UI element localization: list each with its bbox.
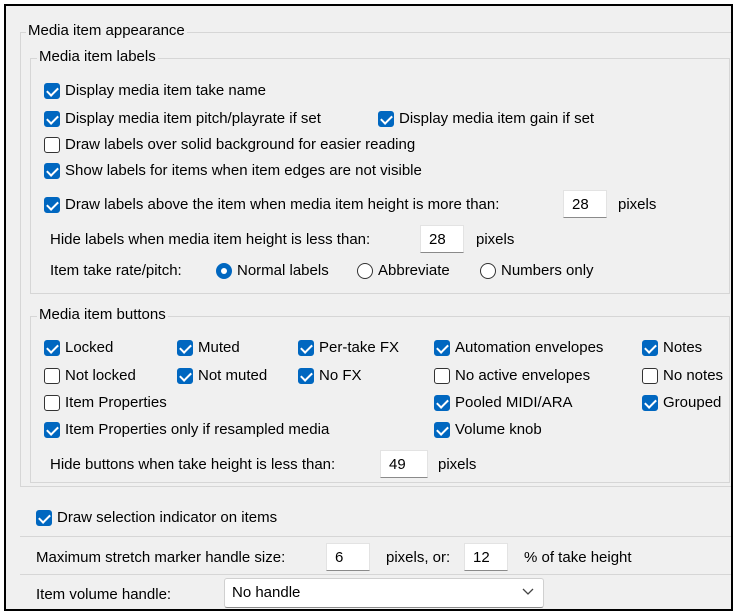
- no-active-envelopes-label: No active envelopes: [455, 367, 591, 384]
- draw-above-checkbox[interactable]: Draw labels above the item when media it…: [44, 196, 499, 213]
- hide-buttons-label: Hide buttons when take height is less th…: [50, 456, 336, 473]
- checkbox-checked-icon: [642, 339, 658, 356]
- item-properties-label: Item Properties: [65, 394, 167, 411]
- draw-selection-indicator-label: Draw selection indicator on items: [57, 509, 278, 526]
- checkbox-checked-icon: [44, 196, 60, 213]
- checkbox-checked-icon: [642, 394, 658, 411]
- stretch-marker-pixels-or: pixels, or:: [386, 549, 451, 566]
- no-active-envelopes-checkbox[interactable]: No active envelopes: [434, 367, 590, 384]
- locked-label: Locked: [65, 339, 114, 356]
- labels-group-title: Media item labels: [37, 48, 158, 65]
- item-properties-checkbox[interactable]: Item Properties: [44, 394, 167, 411]
- notes-checkbox[interactable]: Notes: [642, 339, 702, 356]
- radio-numbers-label: Numbers only: [501, 262, 594, 279]
- checkbox-checked-icon: [44, 110, 60, 127]
- radio-unselected-icon: [480, 262, 496, 279]
- display-take-name-label: Display media item take name: [65, 82, 266, 99]
- radio-normal-label: Normal labels: [237, 262, 329, 279]
- checkbox-checked-icon: [434, 394, 450, 411]
- stretch-marker-percent-unit: % of take height: [524, 549, 632, 566]
- item-properties-resampled-checkbox[interactable]: Item Properties only if resampled media: [44, 421, 329, 438]
- volume-handle-selected: No handle: [232, 584, 301, 601]
- checkbox-unchecked-icon: [434, 367, 450, 384]
- grouped-checkbox[interactable]: Grouped: [642, 394, 721, 411]
- checkbox-checked-icon: [434, 339, 450, 356]
- hide-labels-input[interactable]: [420, 225, 464, 253]
- appearance-group-title: Media item appearance: [26, 22, 187, 39]
- display-pitch-label: Display media item pitch/playrate if set: [65, 110, 321, 127]
- pooled-midi-label: Pooled MIDI/ARA: [455, 394, 573, 411]
- divider: [20, 536, 731, 537]
- volume-knob-label: Volume knob: [455, 421, 542, 438]
- draw-above-label: Draw labels above the item when media it…: [65, 196, 500, 213]
- stretch-marker-pixels-input[interactable]: [326, 543, 370, 571]
- hide-labels-unit: pixels: [476, 231, 515, 248]
- radio-numbers-only[interactable]: Numbers only: [480, 262, 594, 279]
- grouped-label: Grouped: [663, 394, 722, 411]
- radio-unselected-icon: [357, 262, 373, 279]
- no-notes-checkbox[interactable]: No notes: [642, 367, 723, 384]
- show-labels-edges-checkbox[interactable]: Show labels for items when item edges ar…: [44, 162, 422, 179]
- solid-background-label: Draw labels over solid background for ea…: [65, 136, 416, 153]
- draw-selection-indicator-checkbox[interactable]: Draw selection indicator on items: [36, 509, 277, 526]
- volume-handle-select[interactable]: No handle: [224, 578, 544, 608]
- no-fx-checkbox[interactable]: No FX: [298, 367, 362, 384]
- no-notes-label: No notes: [663, 367, 724, 384]
- not-locked-checkbox[interactable]: Not locked: [44, 367, 136, 384]
- show-labels-edges-label: Show labels for items when item edges ar…: [65, 162, 422, 179]
- display-pitch-checkbox[interactable]: Display media item pitch/playrate if set: [44, 110, 321, 127]
- hide-buttons-input[interactable]: [380, 450, 428, 478]
- radio-abbreviate-label: Abbreviate: [378, 262, 450, 279]
- checkbox-unchecked-icon: [642, 367, 658, 384]
- not-muted-checkbox[interactable]: Not muted: [177, 367, 267, 384]
- locked-checkbox[interactable]: Locked: [44, 339, 113, 356]
- pooled-midi-checkbox[interactable]: Pooled MIDI/ARA: [434, 394, 573, 411]
- volume-knob-checkbox[interactable]: Volume knob: [434, 421, 542, 438]
- checkbox-unchecked-icon: [44, 367, 60, 384]
- hide-buttons-unit: pixels: [438, 456, 477, 473]
- solid-background-checkbox[interactable]: Draw labels over solid background for ea…: [44, 136, 415, 153]
- automation-envelopes-label: Automation envelopes: [455, 339, 604, 356]
- chevron-down-icon: [522, 588, 534, 595]
- stretch-marker-percent-input[interactable]: [464, 543, 508, 571]
- display-take-name-checkbox[interactable]: Display media item take name: [44, 82, 266, 99]
- checkbox-checked-icon: [298, 367, 314, 384]
- muted-checkbox[interactable]: Muted: [177, 339, 240, 356]
- notes-label: Notes: [663, 339, 703, 356]
- checkbox-checked-icon: [434, 421, 450, 438]
- per-take-fx-label: Per-take FX: [319, 339, 400, 356]
- not-locked-label: Not locked: [65, 367, 136, 384]
- checkbox-checked-icon: [44, 82, 60, 99]
- item-properties-resampled-label: Item Properties only if resampled media: [65, 421, 330, 438]
- radio-selected-icon: [216, 262, 232, 279]
- checkbox-checked-icon: [177, 339, 193, 356]
- radio-abbreviate[interactable]: Abbreviate: [357, 262, 450, 279]
- no-fx-label: No FX: [319, 367, 362, 384]
- display-gain-label: Display media item gain if set: [399, 110, 595, 127]
- checkbox-unchecked-icon: [44, 394, 60, 411]
- divider: [20, 574, 731, 575]
- rate-pitch-label: Item take rate/pitch:: [50, 262, 182, 279]
- per-take-fx-checkbox[interactable]: Per-take FX: [298, 339, 399, 356]
- automation-envelopes-checkbox[interactable]: Automation envelopes: [434, 339, 603, 356]
- checkbox-unchecked-icon: [44, 136, 60, 153]
- radio-normal-labels[interactable]: Normal labels: [216, 262, 329, 279]
- not-muted-label: Not muted: [198, 367, 268, 384]
- draw-above-input[interactable]: [563, 190, 607, 218]
- checkbox-checked-icon: [36, 509, 52, 526]
- checkbox-checked-icon: [44, 339, 60, 356]
- draw-above-unit: pixels: [618, 196, 657, 213]
- checkbox-checked-icon: [44, 162, 60, 179]
- checkbox-checked-icon: [378, 110, 394, 127]
- display-gain-checkbox[interactable]: Display media item gain if set: [378, 110, 594, 127]
- checkbox-checked-icon: [177, 367, 193, 384]
- media-item-appearance-panel: Media item appearance Media item labels …: [4, 4, 733, 611]
- checkbox-checked-icon: [298, 339, 314, 356]
- hide-labels-label: Hide labels when media item height is le…: [50, 231, 371, 248]
- muted-label: Muted: [198, 339, 240, 356]
- stretch-marker-label: Maximum stretch marker handle size:: [36, 549, 286, 566]
- volume-handle-label: Item volume handle:: [36, 586, 172, 603]
- buttons-group-title: Media item buttons: [37, 306, 168, 323]
- checkbox-checked-icon: [44, 421, 60, 438]
